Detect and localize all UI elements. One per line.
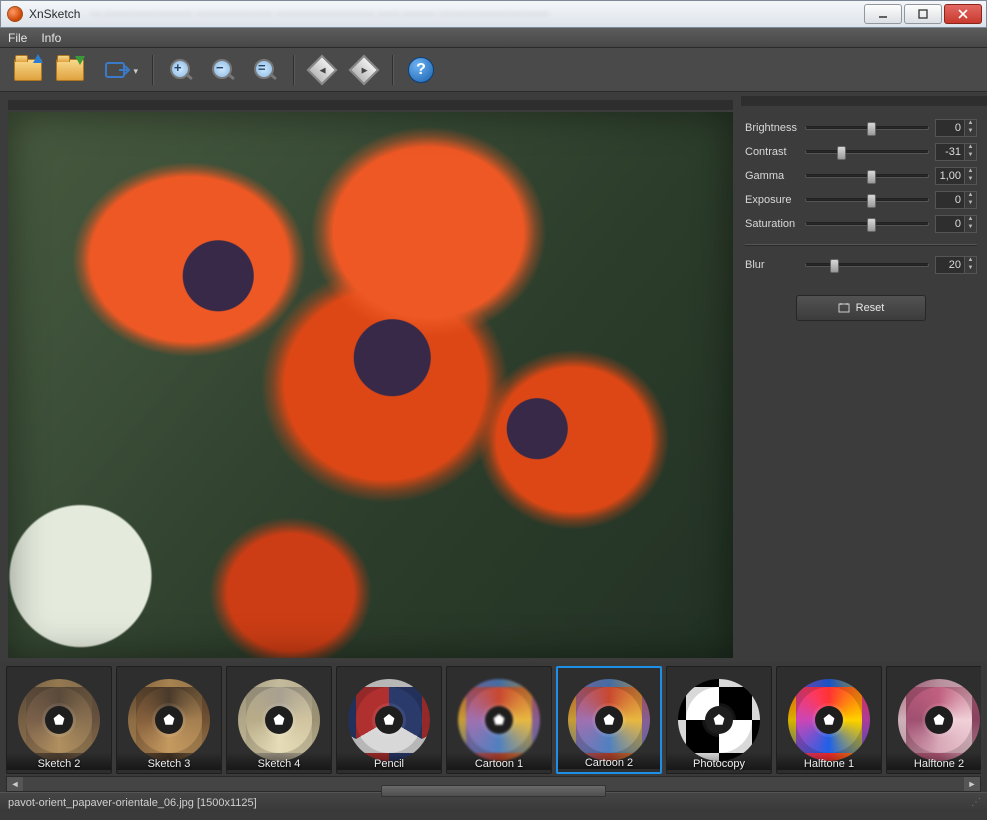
prev-image-button[interactable]: ◄ [304, 52, 340, 88]
effect-photocopy[interactable]: Photocopy [666, 666, 772, 774]
effect-label: Sketch 3 [117, 752, 221, 770]
slider-row-saturation: Saturation 0▲▼ [745, 212, 977, 236]
zoom-out-button[interactable]: − [205, 52, 241, 88]
effects-scrollbar[interactable]: ◄ ► [6, 776, 981, 792]
zoom-in-icon: + [168, 57, 194, 83]
scroll-right-icon[interactable]: ► [964, 777, 980, 791]
effect-label: Sketch 2 [7, 752, 111, 770]
effect-thumb-icon [348, 679, 430, 761]
effect-thumb-icon [238, 679, 320, 761]
effect-thumb-icon [18, 679, 100, 761]
gamma-label: Gamma [745, 170, 805, 182]
slider-row-brightness: Brightness 0▲▼ [745, 116, 977, 140]
export-button[interactable] [94, 52, 142, 88]
effects-strip: Sketch 2 Sketch 3 Sketch 4 Pencil Cartoon 1 C… [6, 662, 981, 776]
effect-thumb-icon [898, 679, 980, 761]
blur-slider[interactable] [805, 263, 929, 267]
effect-label: Photocopy [667, 752, 771, 770]
reset-button[interactable]: Reset [796, 295, 926, 321]
saturation-slider[interactable] [805, 222, 929, 226]
effect-thumb-icon [788, 679, 870, 761]
help-button[interactable]: ? [403, 52, 439, 88]
blur-label: Blur [745, 259, 805, 271]
open-button[interactable] [10, 52, 46, 88]
resize-grip-icon[interactable]: ⋰ [971, 797, 979, 808]
next-image-button[interactable]: ► [346, 52, 382, 88]
folder-save-icon [56, 59, 84, 81]
effect-label: Halftone 1 [777, 752, 881, 770]
image-canvas[interactable] [8, 112, 733, 658]
effect-thumb-icon [458, 679, 540, 761]
folder-open-icon [14, 59, 42, 81]
effects-strip-wrap: Sketch 2 Sketch 3 Sketch 4 Pencil Cartoon 1 C… [0, 662, 987, 792]
scroll-thumb[interactable] [381, 785, 607, 797]
slider-row-gamma: Gamma 1,00▲▼ [745, 164, 977, 188]
saturation-label: Saturation [745, 218, 805, 230]
effect-thumb-icon [678, 679, 760, 761]
effect-halftone-1[interactable]: Halftone 1 [776, 666, 882, 774]
effect-thumb-icon [128, 679, 210, 761]
contrast-label: Contrast [745, 146, 805, 158]
maximize-button[interactable] [904, 4, 942, 24]
adjustments-panel: Brightness 0▲▼ Contrast -31▲▼ Gamma 1,00▲▼ Exp… [741, 92, 987, 662]
help-icon: ? [408, 57, 434, 83]
effect-halftone-2[interactable]: Halftone 2 [886, 666, 981, 774]
gamma-slider[interactable] [805, 174, 929, 178]
exposure-label: Exposure [745, 194, 805, 206]
effect-sketch-4[interactable]: Sketch 4 [226, 666, 332, 774]
effect-label: Halftone 2 [887, 752, 981, 770]
saturation-spin[interactable]: 0▲▼ [935, 215, 977, 233]
contrast-spin[interactable]: -31▲▼ [935, 143, 977, 161]
menu-file[interactable]: File [8, 31, 27, 45]
effect-label: Cartoon 2 [558, 751, 660, 769]
effect-cartoon-1[interactable]: Cartoon 1 [446, 666, 552, 774]
exposure-slider[interactable] [805, 198, 929, 202]
effect-label: Sketch 4 [227, 752, 331, 770]
toolbar: + − = ◄ ► ? [0, 48, 987, 92]
brightness-spin[interactable]: 0▲▼ [935, 119, 977, 137]
menu-info[interactable]: Info [41, 31, 61, 45]
effect-sketch-2[interactable]: Sketch 2 [6, 666, 112, 774]
effect-sketch-3[interactable]: Sketch 3 [116, 666, 222, 774]
effect-pencil[interactable]: Pencil [336, 666, 442, 774]
zoom-fit-button[interactable]: = [247, 52, 283, 88]
zoom-fit-icon: = [252, 57, 278, 83]
slider-row-exposure: Exposure 0▲▼ [745, 188, 977, 212]
titlebar-extra: — ———————— ——————— ————————— —— ——— ————… [90, 8, 852, 20]
window-title: XnSketch [29, 7, 80, 21]
minimize-button[interactable] [864, 4, 902, 24]
menubar: File Info [0, 28, 987, 48]
status-text: pavot-orient_papaver-orientale_06.jpg [1… [8, 797, 257, 809]
reset-icon [838, 302, 850, 314]
effect-label: Pencil [337, 752, 441, 770]
prev-icon: ◄ [306, 54, 337, 85]
brightness-slider[interactable] [805, 126, 929, 130]
contrast-slider[interactable] [805, 150, 929, 154]
app-icon [7, 6, 23, 22]
slider-row-contrast: Contrast -31▲▼ [745, 140, 977, 164]
effect-cartoon-2[interactable]: Cartoon 2 [556, 666, 662, 774]
next-icon: ► [348, 54, 379, 85]
close-button[interactable] [944, 4, 982, 24]
effect-label: Cartoon 1 [447, 752, 551, 770]
brightness-label: Brightness [745, 122, 805, 134]
save-button[interactable] [52, 52, 88, 88]
blur-row: Blur 20▲▼ [745, 253, 977, 277]
titlebar: XnSketch — ———————— ——————— ————————— ——… [0, 0, 987, 28]
effect-thumb-icon [568, 679, 650, 761]
blur-spin[interactable]: 20▲▼ [935, 256, 977, 274]
gamma-spin[interactable]: 1,00▲▼ [935, 167, 977, 185]
zoom-in-button[interactable]: + [163, 52, 199, 88]
scroll-left-icon[interactable]: ◄ [7, 777, 23, 791]
zoom-out-icon: − [210, 57, 236, 83]
exposure-spin[interactable]: 0▲▼ [935, 191, 977, 209]
canvas-zone [0, 92, 741, 662]
export-icon [105, 59, 131, 81]
